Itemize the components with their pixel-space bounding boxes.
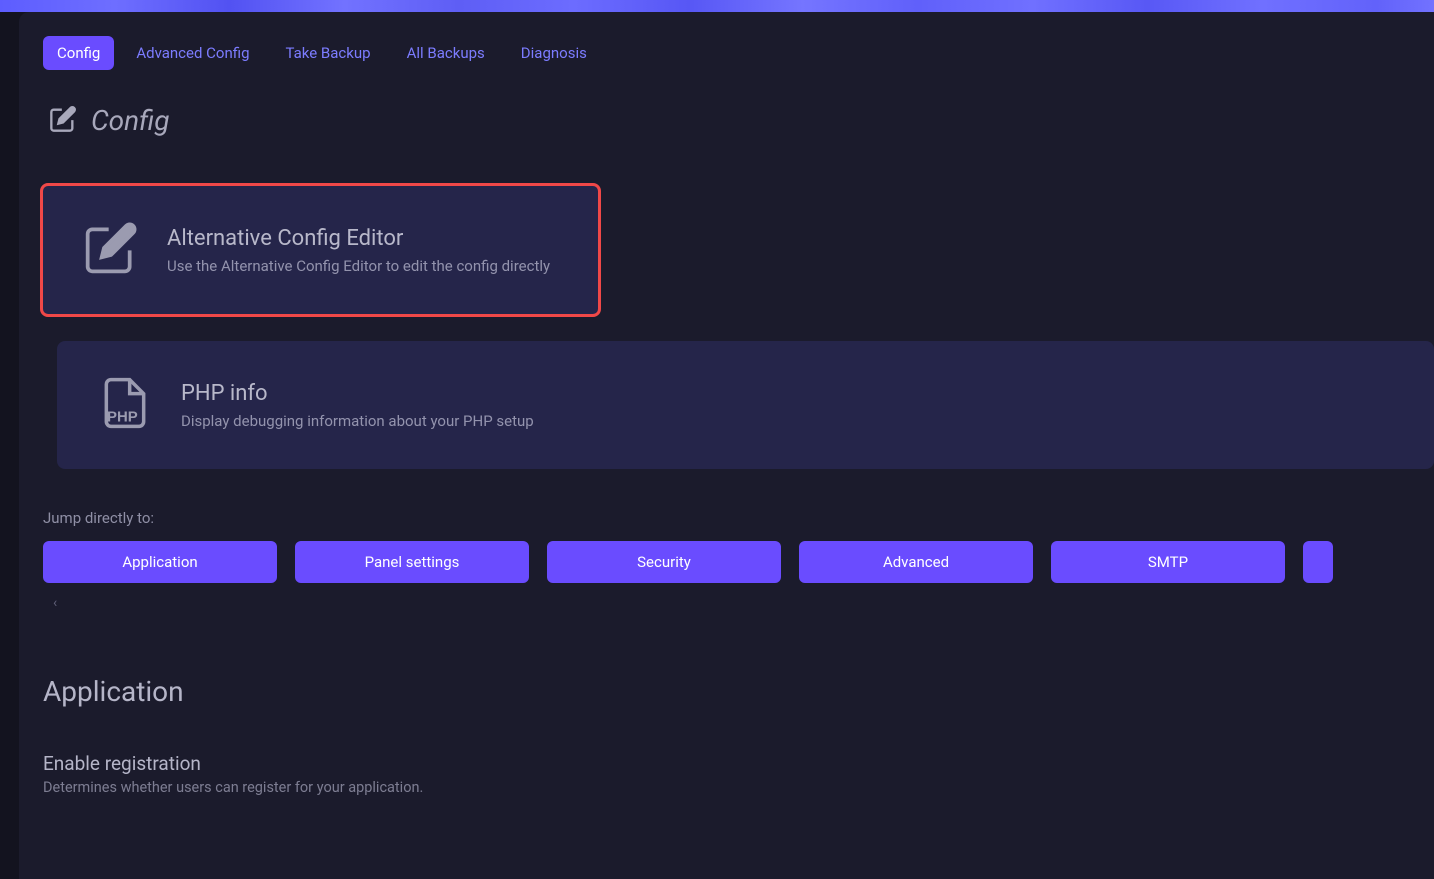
tab-take-backup[interactable]: Take Backup xyxy=(272,36,385,70)
setting-enable-registration: Enable registration Determines whether u… xyxy=(43,752,1434,796)
page-title: Config xyxy=(91,104,169,137)
svg-text:PHP: PHP xyxy=(107,409,138,426)
jump-security[interactable]: Security xyxy=(547,541,781,583)
jump-label: Jump directly to: xyxy=(43,509,1434,527)
php-file-icon: PHP xyxy=(97,375,153,435)
card-desc: Use the Alternative Config Editor to edi… xyxy=(167,257,550,275)
php-info-card[interactable]: PHP PHP info Display debugging informati… xyxy=(57,341,1434,469)
page-title-row: Config xyxy=(43,104,1434,137)
tab-advanced-config[interactable]: Advanced Config xyxy=(122,36,263,70)
card-title: PHP info xyxy=(181,381,534,406)
edit-square-icon xyxy=(83,220,139,280)
alternative-config-editor-card[interactable]: Alternative Config Editor Use the Altern… xyxy=(40,183,601,317)
jump-section: Jump directly to: Application Panel sett… xyxy=(43,509,1434,617)
setting-desc: Determines whether users can register fo… xyxy=(43,779,1434,796)
jump-buttons-row: Application Panel settings Security Adva… xyxy=(43,541,1434,583)
card-desc: Display debugging information about your… xyxy=(181,412,534,430)
tab-diagnosis[interactable]: Diagnosis xyxy=(507,36,601,70)
edit-icon xyxy=(49,105,77,137)
setting-title: Enable registration xyxy=(43,752,1434,775)
card-body: PHP info Display debugging information a… xyxy=(181,381,534,430)
main-panel: Config Advanced Config Take Backup All B… xyxy=(19,12,1434,879)
tab-bar: Config Advanced Config Take Backup All B… xyxy=(43,36,1434,70)
jump-advanced[interactable]: Advanced xyxy=(799,541,1033,583)
jump-smtp[interactable]: SMTP xyxy=(1051,541,1285,583)
jump-panel-settings[interactable]: Panel settings xyxy=(295,541,529,583)
tab-config[interactable]: Config xyxy=(43,36,114,70)
tab-all-backups[interactable]: All Backups xyxy=(393,36,499,70)
decorative-top-stripe xyxy=(0,0,1434,12)
section-heading-application: Application xyxy=(43,675,1434,708)
jump-application[interactable]: Application xyxy=(43,541,277,583)
card-body: Alternative Config Editor Use the Altern… xyxy=(167,226,550,275)
chevron-left-icon[interactable]: ‹ xyxy=(43,589,67,617)
card-title: Alternative Config Editor xyxy=(167,226,550,251)
jump-more[interactable] xyxy=(1303,541,1333,583)
